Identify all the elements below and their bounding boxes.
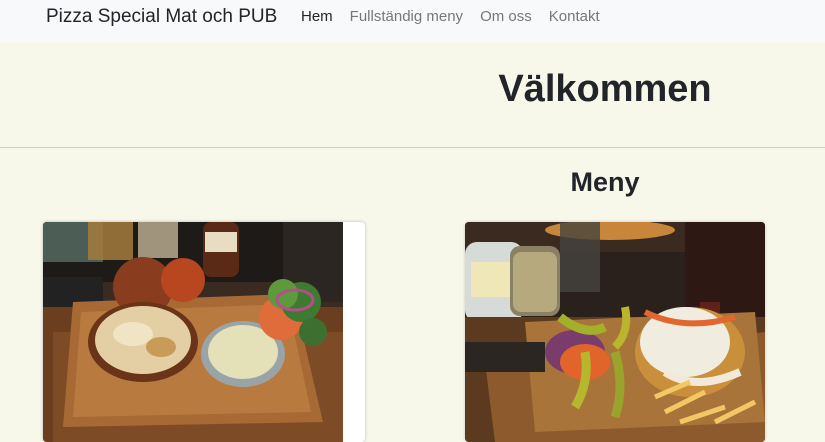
menu-card-2[interactable]: [465, 222, 765, 442]
menu-section-title: Meny: [570, 167, 640, 197]
food-photo-gratin-platter[interactable]: [43, 222, 343, 442]
nav-link-hem[interactable]: Hem: [301, 8, 333, 25]
nav-link-fullstandig-meny[interactable]: Fullständig meny: [350, 8, 463, 25]
food-photo-kebab-fries-platter[interactable]: [465, 222, 765, 442]
menu-card-1[interactable]: [43, 222, 365, 442]
main-nav: Hem Fullständig meny Om oss Kontakt: [301, 0, 617, 32]
page-title: Välkommen: [498, 68, 712, 110]
brand-link[interactable]: Pizza Special Mat och PUB: [46, 6, 277, 28]
nav-link-om-oss[interactable]: Om oss: [480, 8, 532, 25]
nav-link-kontakt[interactable]: Kontakt: [549, 8, 600, 25]
navbar: Pizza Special Mat och PUB Hem Fullständi…: [0, 0, 825, 42]
section-divider: [0, 147, 825, 148]
